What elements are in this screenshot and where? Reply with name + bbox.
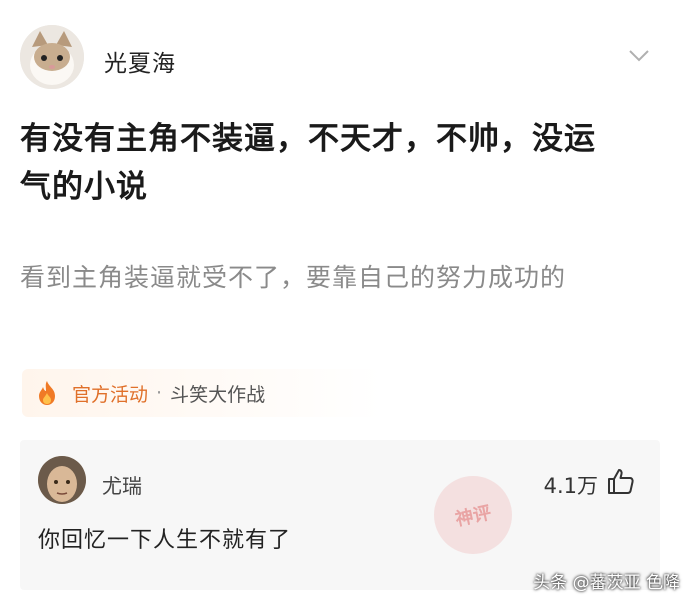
like-count: 4.1万 bbox=[543, 474, 598, 498]
hot-comment-stamp: 神评 bbox=[434, 476, 512, 554]
activity-name: 斗笑大作战 bbox=[170, 383, 266, 406]
question-title-line: 有没有主角不装逼，不天才，不帅，没运 bbox=[20, 121, 596, 157]
question-description: 看到主角装逼就受不了，要靠自己的努力成功的 bbox=[20, 263, 567, 292]
question-title[interactable]: 有没有主角不装逼，不天才，不帅，没运 气的小说 bbox=[20, 115, 670, 211]
question-title-line: 气的小说 bbox=[20, 169, 148, 205]
watermark: 头条 @蕃茨亚 色降 bbox=[533, 573, 680, 593]
person-avatar-icon bbox=[38, 456, 86, 504]
commenter-avatar[interactable] bbox=[38, 456, 86, 504]
thumbs-up-icon[interactable] bbox=[606, 466, 636, 496]
comment-text: 你回忆一下人生不就有了 bbox=[38, 528, 292, 553]
commenter-name[interactable]: 尤瑞 bbox=[102, 470, 142, 499]
fire-icon bbox=[39, 381, 55, 405]
author-avatar[interactable] bbox=[20, 25, 84, 89]
stamp-text: 神评 bbox=[453, 502, 494, 531]
cat-avatar-icon bbox=[20, 25, 84, 89]
activity-tag[interactable]: 官方活动 · 斗笑大作战 bbox=[22, 369, 382, 417]
activity-separator: · bbox=[156, 382, 163, 404]
post-header: 光夏海 bbox=[0, 0, 690, 110]
chevron-down-icon[interactable] bbox=[626, 42, 652, 68]
author-name[interactable]: 光夏海 bbox=[104, 44, 176, 78]
activity-label: 官方活动 bbox=[72, 383, 149, 406]
